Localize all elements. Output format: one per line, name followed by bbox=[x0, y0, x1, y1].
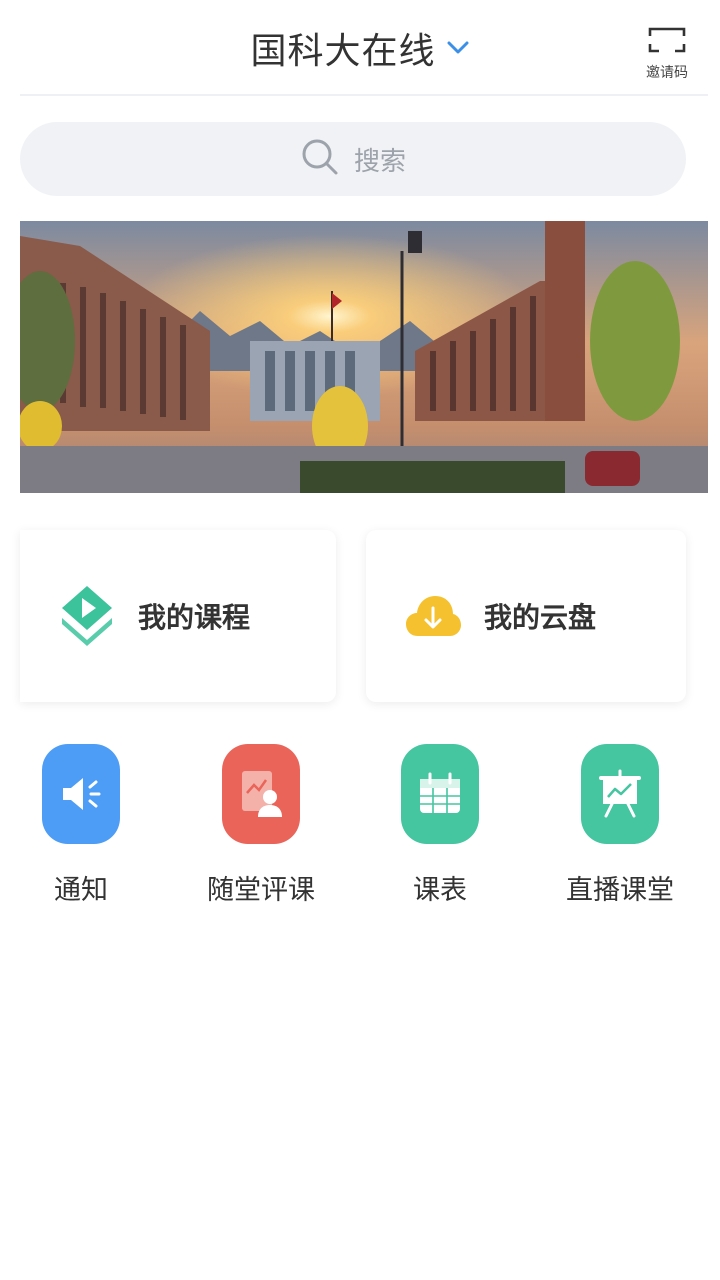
live-board-icon bbox=[581, 744, 659, 844]
quick-action-timetable-label: 课表 bbox=[413, 875, 467, 906]
course-play-icon bbox=[58, 586, 116, 646]
quick-action-notice-label: 通知 bbox=[54, 875, 108, 906]
search-placeholder: 搜索 bbox=[353, 146, 406, 177]
quick-action-evaluation[interactable]: 随堂评课 bbox=[181, 744, 341, 914]
evaluation-icon bbox=[222, 744, 300, 844]
quick-action-live-class-label: 直播课堂 bbox=[566, 875, 674, 906]
invite-code-button[interactable]: 邀请码 bbox=[640, 26, 694, 84]
quick-actions-grid: 通知 随堂评课 课表 直播课堂 bbox=[0, 744, 720, 914]
my-cloud-drive-card[interactable]: 我的云盘 bbox=[366, 530, 686, 702]
campus-banner-image[interactable] bbox=[20, 221, 708, 493]
calendar-icon bbox=[401, 744, 479, 844]
my-courses-label: 我的课程 bbox=[138, 601, 251, 634]
header-divider bbox=[20, 94, 708, 96]
invite-code-label: 邀请码 bbox=[646, 65, 688, 81]
top-bar: 国科大在线 邀请码 bbox=[0, 0, 720, 96]
speaker-icon bbox=[42, 744, 120, 844]
chevron-down-icon bbox=[446, 36, 470, 60]
quick-action-evaluation-label: 随堂评课 bbox=[207, 875, 315, 906]
search-icon bbox=[300, 137, 340, 181]
app-title: 国科大在线 bbox=[250, 31, 436, 72]
quick-action-notice[interactable]: 通知 bbox=[1, 744, 161, 914]
campus-selector[interactable]: 国科大在线 bbox=[0, 22, 720, 74]
app-screen: 国科大在线 邀请码 搜索 我的课程 我的云盘 通知 随堂评课 课表 直播课堂 bbox=[0, 0, 720, 1280]
scan-frame-icon bbox=[647, 26, 687, 58]
quick-action-timetable[interactable]: 课表 bbox=[360, 744, 520, 914]
quick-action-live-class[interactable]: 直播课堂 bbox=[540, 744, 700, 914]
my-cloud-drive-label: 我的云盘 bbox=[484, 601, 597, 634]
my-courses-card[interactable]: 我的课程 bbox=[20, 530, 336, 702]
cloud-download-icon bbox=[404, 587, 462, 645]
search-bar[interactable]: 搜索 bbox=[20, 122, 686, 196]
